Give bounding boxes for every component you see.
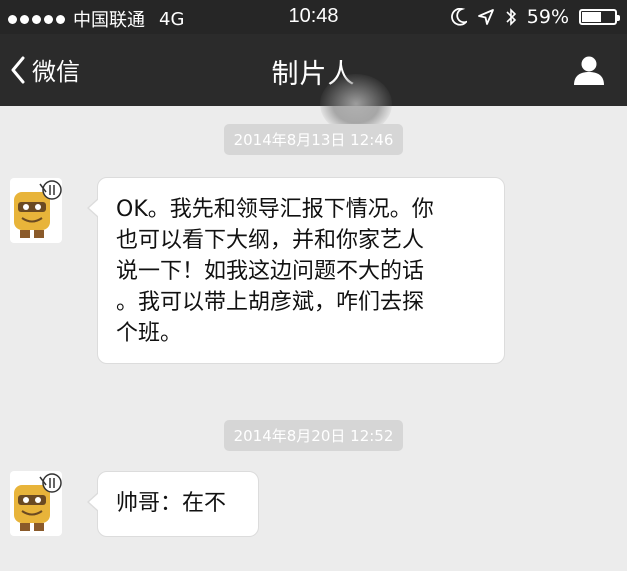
contact-avatar[interactable] <box>10 471 62 536</box>
battery-fill <box>582 12 601 22</box>
contact-avatar[interactable] <box>10 178 62 243</box>
message-bubble[interactable]: 帅哥：在不 <box>87 471 259 537</box>
chat-screen: 中国联通 4G 10:48 59% 微信 制片人 2014年8月13日 12:4… <box>0 0 627 571</box>
nav-bar: 微信 制片人 <box>0 34 627 134</box>
cartoon-avatar-icon <box>14 473 62 531</box>
status-right: 59% <box>450 6 620 28</box>
message-text-line: 说一下！如我这边问题不大的话 <box>116 259 425 284</box>
person-icon <box>574 56 604 85</box>
message-bubble[interactable]: OK。我先和领导汇报下情况。你 也可以看下大纲，并和你家艺人 说一下！如我这边问… <box>87 177 505 364</box>
message-text-line: 。我可以带上胡彦斌，咋们去探 <box>116 290 425 315</box>
battery-icon <box>579 9 620 25</box>
battery-percent: 59% <box>526 6 569 28</box>
contact-profile-button[interactable] <box>573 54 605 90</box>
timestamp-label: 2014年8月20日 12:52 <box>223 420 404 451</box>
status-bar: 中国联通 4G 10:48 59% <box>0 0 627 34</box>
message-timestamp: 2014年8月13日 12:46 <box>0 124 627 155</box>
cartoon-avatar-icon <box>14 180 62 238</box>
chat-title: 制片人 <box>271 59 356 90</box>
location-arrow-icon <box>477 9 494 25</box>
message-text-line: 个班。 <box>116 321 183 346</box>
message-text-line: OK。我先和领导汇报下情况。你 <box>116 197 434 222</box>
bluetooth-icon <box>506 8 516 26</box>
message-timestamp: 2014年8月20日 12:52 <box>0 420 627 451</box>
moon-icon <box>450 8 467 26</box>
message-text-line: 也可以看下大纲，并和你家艺人 <box>116 228 425 253</box>
timestamp-label: 2014年8月13日 12:46 <box>223 124 404 155</box>
message-text-line: 帅哥：在不 <box>116 491 227 516</box>
